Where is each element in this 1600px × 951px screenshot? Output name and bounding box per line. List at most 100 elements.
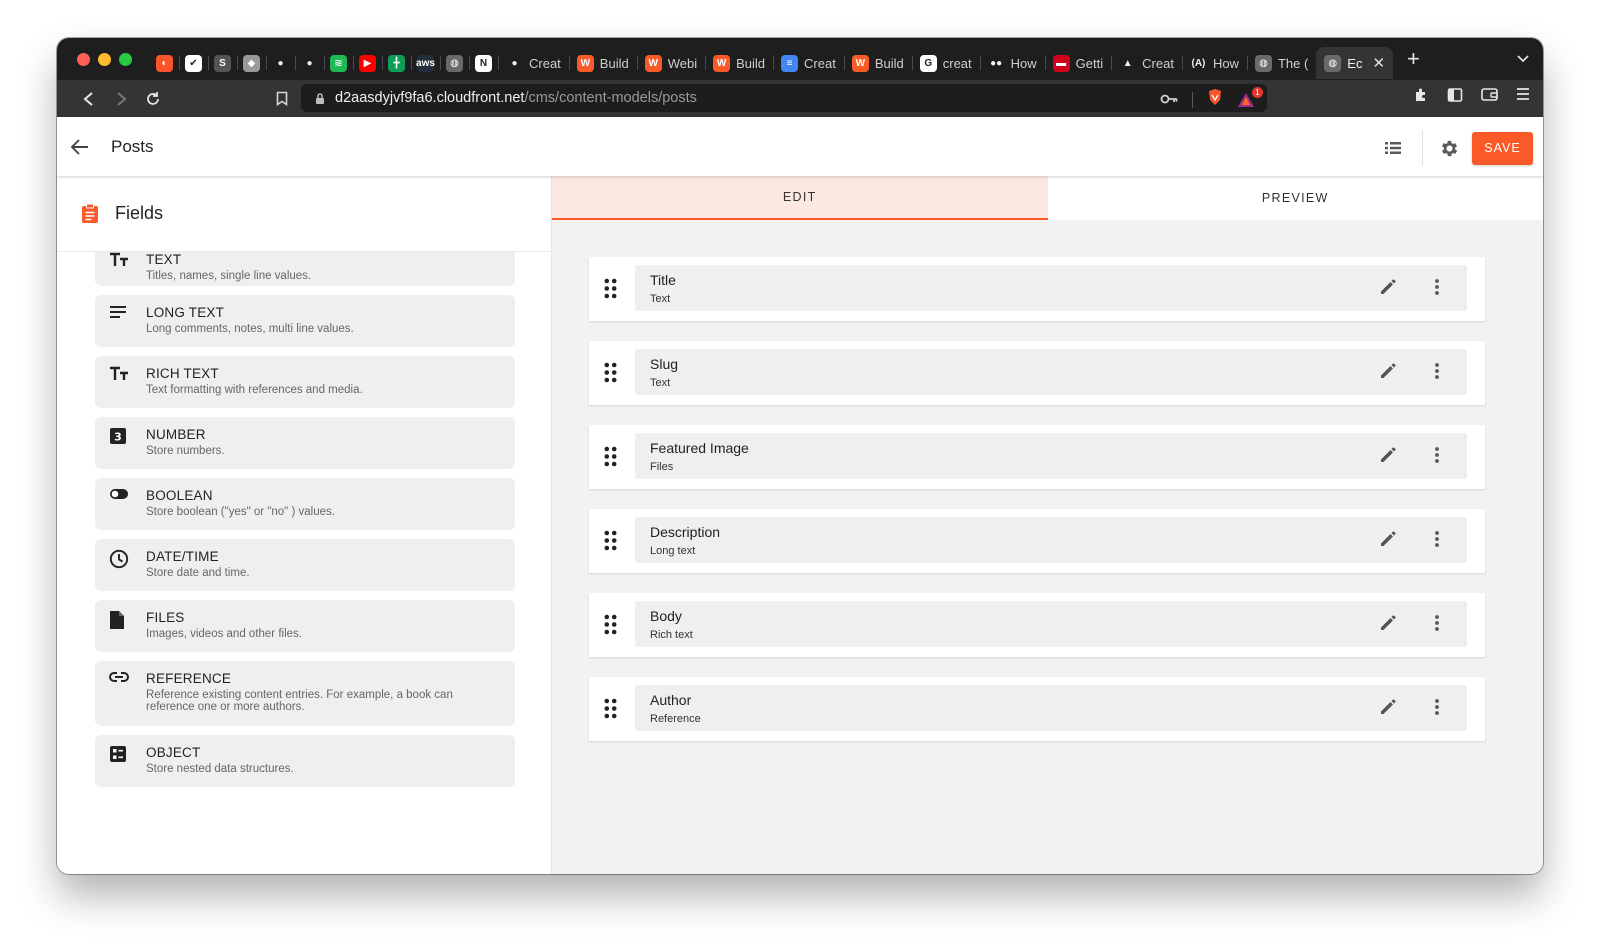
github-icon: ● xyxy=(506,54,523,72)
browser-tab[interactable]: ◍ Ec ✕ xyxy=(1316,47,1394,79)
minimize-window-button[interactable] xyxy=(98,52,111,66)
browser-tab[interactable]: ●● How xyxy=(979,47,1045,79)
drag-handle-icon[interactable] xyxy=(604,278,617,299)
browser-tab[interactable]: (A) How xyxy=(1181,47,1247,79)
list-view-icon[interactable] xyxy=(1384,140,1402,156)
tab-search-chevron-icon[interactable] xyxy=(1517,50,1529,68)
field-name: Title xyxy=(650,272,676,288)
field-type-rich-text[interactable]: RICH TEXT Text formatting with references… xyxy=(95,356,515,408)
toggle-icon xyxy=(109,488,129,500)
field-type-date-time[interactable]: DATE/TIME Store date and time. xyxy=(95,539,515,591)
field-type-description: Store nested data structures. xyxy=(146,763,294,775)
field-type-description: Titles, names, single line values. xyxy=(146,270,312,282)
more-vertical-icon[interactable] xyxy=(1434,362,1440,380)
brave-icon: ◐ xyxy=(156,54,173,72)
sheets-icon: ╋ xyxy=(388,54,405,72)
more-vertical-icon[interactable] xyxy=(1434,530,1440,548)
browser-tab[interactable]: ◐ xyxy=(150,47,179,79)
edit-pencil-icon[interactable] xyxy=(1379,362,1397,380)
todo-check-icon: ✔ xyxy=(185,54,202,72)
tab-preview[interactable]: PREVIEW xyxy=(1048,176,1544,220)
address-bar[interactable]: d2aasdyjvf9fa6.cloudfront.net/cms/conten… xyxy=(301,84,1267,112)
field-type-files[interactable]: FILES Images, videos and other files. xyxy=(95,600,515,652)
field-type-long-text[interactable]: LONG TEXT Long comments, notes, multi lin… xyxy=(95,295,515,347)
settings-gear-icon[interactable] xyxy=(1439,138,1460,159)
field-type-label: Long text xyxy=(650,545,696,557)
lock-icon[interactable] xyxy=(315,92,325,105)
wallet-icon[interactable] xyxy=(1479,87,1499,103)
browser-toolbar: d2aasdyjvf9fa6.cloudfront.net/cms/conten… xyxy=(57,80,1543,117)
save-button[interactable]: SAVE xyxy=(1472,131,1533,165)
field-type-boolean[interactable]: BOOLEAN Store boolean ("yes" or "no" ) va… xyxy=(95,478,515,530)
back-arrow-icon[interactable] xyxy=(71,138,89,155)
browser-tabs: ◐ ✔ S ◆ ● ● ≋ ▶ ╋ aws ◍ N ● Creat W Build W Webi W Build ≡ Cr… xyxy=(150,38,1394,80)
more-vertical-icon[interactable] xyxy=(1434,446,1440,464)
brave-shield-icon[interactable] xyxy=(1207,88,1223,111)
drag-handle-icon[interactable] xyxy=(604,530,617,551)
hub-icon: ▬ xyxy=(1052,54,1070,72)
drag-handle-icon[interactable] xyxy=(604,614,617,635)
drag-handle-icon[interactable] xyxy=(604,362,617,383)
browser-tab[interactable]: ◍ The ( xyxy=(1246,47,1316,79)
browser-tab[interactable]: W Webi xyxy=(636,47,705,79)
reload-icon[interactable] xyxy=(137,91,169,107)
field-type-label: Files xyxy=(650,461,674,473)
browser-tab[interactable]: ● xyxy=(266,47,295,79)
brave-rewards-icon[interactable]: 1 xyxy=(1237,86,1263,108)
browser-tab[interactable]: ● xyxy=(295,47,324,79)
key-icon[interactable] xyxy=(1160,91,1178,109)
browser-tab[interactable]: ≡ Creat xyxy=(773,47,844,79)
apple-icon: ◆ xyxy=(243,54,260,72)
browser-tab[interactable]: ✔ xyxy=(179,47,208,79)
edit-pencil-icon[interactable] xyxy=(1379,446,1397,464)
drag-handle-icon[interactable] xyxy=(604,698,617,719)
browser-tab[interactable]: ◍ xyxy=(440,47,469,79)
back-icon[interactable] xyxy=(73,91,105,106)
browser-tab[interactable]: ◆ xyxy=(237,47,266,79)
clipboard-icon xyxy=(81,203,99,224)
browser-tab[interactable]: Gcreat xyxy=(911,47,980,79)
field-type-reference[interactable]: REFERENCE Reference existing content entr… xyxy=(95,661,515,726)
browser-tab[interactable]: S xyxy=(208,47,237,79)
edit-pencil-icon[interactable] xyxy=(1379,614,1397,632)
notification-badge: 1 xyxy=(1252,86,1263,98)
field-type-name: TEXT xyxy=(146,252,182,267)
browser-tab[interactable]: ╋ xyxy=(382,47,411,79)
sidebar-toggle-icon[interactable] xyxy=(1445,87,1465,103)
edit-pencil-icon[interactable] xyxy=(1379,530,1397,548)
browser-tab[interactable]: ▲ Creat xyxy=(1111,47,1182,79)
field-type-number[interactable]: 3 NUMBER Store numbers. xyxy=(95,417,515,469)
browser-tab[interactable]: N xyxy=(469,47,498,79)
more-vertical-icon[interactable] xyxy=(1434,614,1440,632)
zoom-window-button[interactable] xyxy=(119,52,132,66)
browser-tab[interactable]: ● Creat xyxy=(498,47,569,79)
edit-pencil-icon[interactable] xyxy=(1379,278,1397,296)
edit-pencil-icon[interactable] xyxy=(1379,698,1397,716)
browser-tab[interactable]: W Build xyxy=(705,47,773,79)
browser-menu-icon[interactable] xyxy=(1513,87,1533,103)
browser-tab-title: How xyxy=(1010,55,1037,71)
browser-tab[interactable]: ▶ xyxy=(353,47,382,79)
browser-tab[interactable]: W Build xyxy=(568,47,637,79)
field-type-object[interactable]: OBJECT Store nested data structures. xyxy=(95,735,515,787)
forward-icon[interactable] xyxy=(105,91,137,106)
browser-tab-strip: ◐ ✔ S ◆ ● ● ≋ ▶ ╋ aws ◍ N ● Creat W Build W Webi W Build ≡ Cr… xyxy=(57,38,1543,80)
browser-tab-title: Webi xyxy=(667,55,698,71)
url-host: d2aasdyjvf9fa6.cloudfront.net xyxy=(335,90,525,106)
more-vertical-icon[interactable] xyxy=(1434,278,1440,296)
drag-handle-icon[interactable] xyxy=(604,446,617,467)
close-tab-icon[interactable]: ✕ xyxy=(1372,54,1385,72)
browser-tab[interactable]: aws xyxy=(411,47,440,79)
spotify-icon: ≋ xyxy=(330,54,347,72)
extensions-icon[interactable] xyxy=(1411,87,1431,103)
browser-tab[interactable]: ≋ xyxy=(324,47,353,79)
bookmark-icon[interactable] xyxy=(269,91,295,106)
field-type-description: Images, videos and other files. xyxy=(146,628,302,640)
more-vertical-icon[interactable] xyxy=(1434,698,1440,716)
close-window-button[interactable] xyxy=(77,52,90,66)
new-tab-button[interactable]: + xyxy=(1407,48,1420,70)
browser-tab[interactable]: W Build xyxy=(843,47,912,79)
tab-edit[interactable]: EDIT xyxy=(552,176,1048,220)
browser-tab[interactable]: ▬ Getti xyxy=(1044,47,1111,79)
field-type-description: Store boolean ("yes" or "no" ) values. xyxy=(146,506,335,518)
